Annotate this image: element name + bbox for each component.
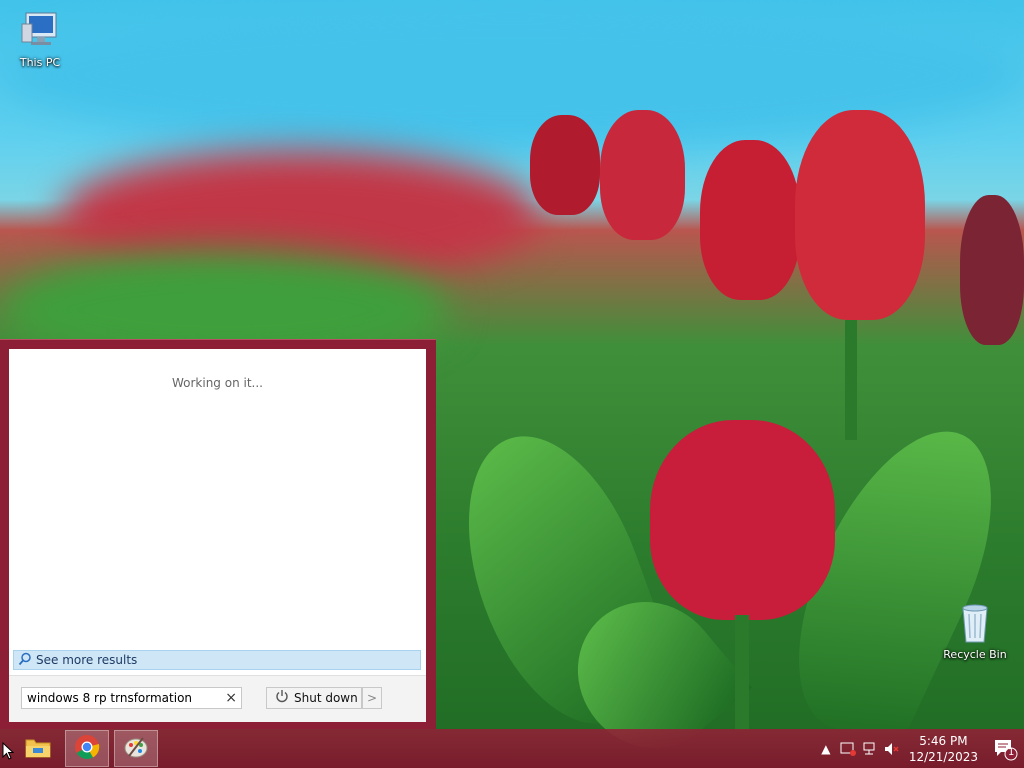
search-status-text: Working on it... <box>171 376 263 390</box>
paint-icon <box>123 734 149 763</box>
search-input[interactable] <box>22 691 217 705</box>
desktop-icon-recycle-bin[interactable]: Recycle Bin <box>935 602 1015 661</box>
show-hidden-icons-icon[interactable]: ▲ <box>815 739 837 759</box>
search-results-area: Working on it... See more results × <box>9 349 426 722</box>
start-bottom-bar: × Shut down > <box>9 675 426 722</box>
power-icon <box>275 689 289 707</box>
recycle-bin-icon <box>953 602 997 644</box>
volume-muted-icon[interactable] <box>881 739 903 759</box>
taskbar: ▲ 5:46 PM 12/21/2023 1 <box>0 729 1024 768</box>
clear-search-icon[interactable]: × <box>225 690 237 706</box>
mouse-cursor-icon <box>2 741 15 763</box>
file-explorer-icon <box>25 736 51 761</box>
taskbar-chrome[interactable] <box>65 730 109 767</box>
network-icon[interactable] <box>859 739 881 759</box>
search-icon <box>18 652 32 669</box>
taskbar-file-explorer[interactable] <box>16 730 60 767</box>
clock-date: 12/21/2023 <box>908 749 978 764</box>
shut-down-button[interactable]: Shut down <box>266 687 362 709</box>
notification-count: 1 <box>1008 746 1015 758</box>
taskbar-paint[interactable] <box>114 730 158 767</box>
notification-center-button[interactable]: 1 <box>992 737 1018 761</box>
this-pc-icon <box>18 10 62 52</box>
shut-down-label: Shut down <box>294 691 358 705</box>
see-more-results-link[interactable]: See more results <box>13 650 421 670</box>
see-more-results-label: See more results <box>36 653 138 667</box>
shut-down-options-button[interactable]: > <box>362 687 382 709</box>
start-search-panel: Working on it... See more results × <box>0 339 436 729</box>
chevron-right-icon: > <box>366 691 378 705</box>
search-box: × <box>21 687 242 709</box>
clock-time: 5:46 PM <box>919 733 968 748</box>
taskbar-clock[interactable]: 5:46 PM 12/21/2023 <box>909 733 978 765</box>
action-center-flag-icon[interactable] <box>837 739 859 759</box>
desktop-icon-this-pc[interactable]: This PC <box>0 10 80 69</box>
desktop-icon-label: This PC <box>19 56 61 69</box>
desktop-icon-label: Recycle Bin <box>943 648 1007 661</box>
chrome-icon <box>74 734 100 763</box>
system-tray: ▲ 5:46 PM 12/21/2023 1 <box>815 729 1024 768</box>
